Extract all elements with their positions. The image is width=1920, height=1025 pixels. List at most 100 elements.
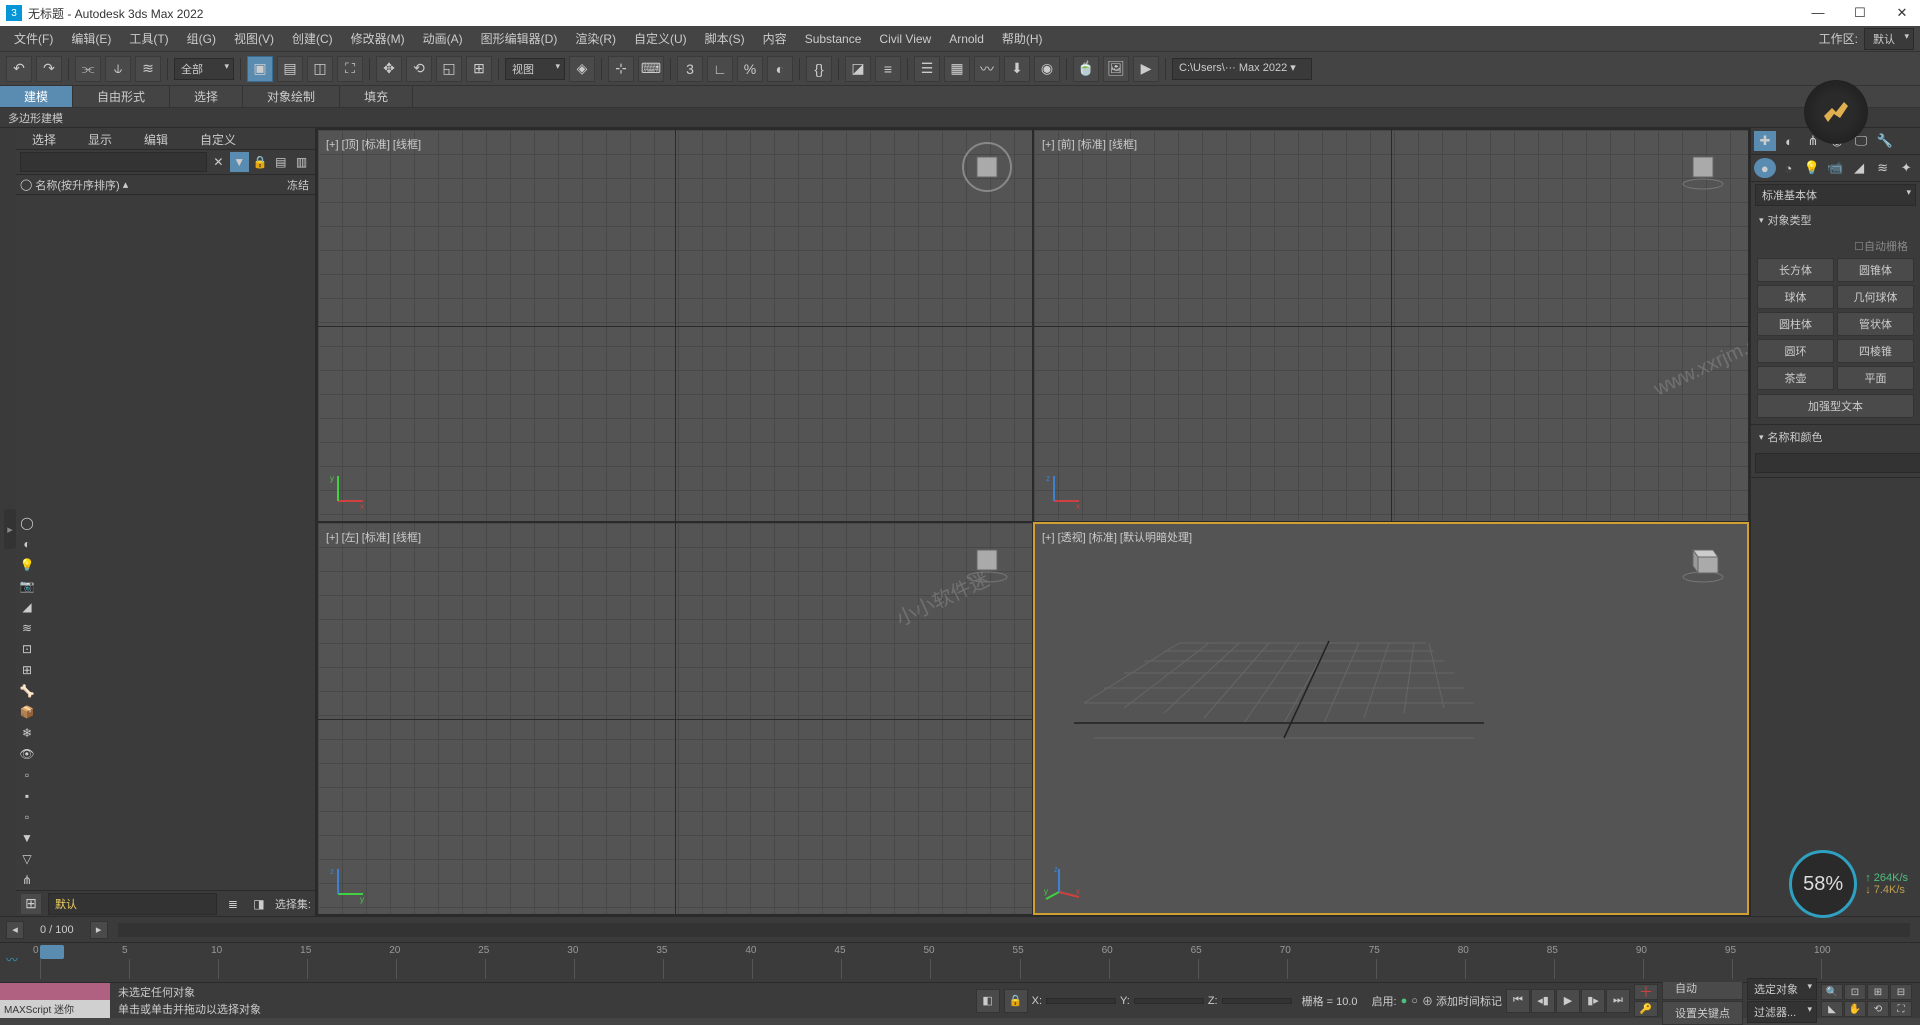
left-collapse-bar[interactable]: ▸	[0, 128, 16, 916]
viewport-label-front[interactable]: [+] [前] [标准] [线框]	[1042, 136, 1137, 152]
render-setup-button[interactable]: 🍵	[1073, 56, 1099, 82]
maximize-button[interactable]: ☐	[1848, 5, 1872, 21]
tube-button[interactable]: 管状体	[1837, 312, 1914, 336]
shapes-cat-icon[interactable]: ◔	[1778, 158, 1800, 178]
layers-icon[interactable]: ≣	[223, 894, 243, 914]
menu-graph-editor[interactable]: 图形编辑器(D)	[473, 27, 566, 50]
sort-icon[interactable]: ▥	[292, 152, 311, 172]
rendered-frame-button[interactable]: 🖼	[1103, 56, 1129, 82]
plane-button[interactable]: 平面	[1837, 366, 1914, 390]
scale-button[interactable]: ◱	[436, 56, 462, 82]
menu-script[interactable]: 脚本(S)	[697, 27, 753, 50]
menu-substance[interactable]: Substance	[797, 29, 870, 49]
se-tab-custom[interactable]: 自定义	[184, 128, 252, 149]
se-container-icon[interactable]: 📦	[16, 702, 38, 722]
zoom-button[interactable]: 🔍	[1821, 984, 1843, 1000]
menu-file[interactable]: 文件(F)	[6, 27, 61, 50]
se-search-input[interactable]	[20, 152, 207, 172]
minimize-button[interactable]: —	[1806, 5, 1830, 21]
se-shape-icon[interactable]: ◐	[16, 534, 38, 554]
menu-animation[interactable]: 动画(A)	[415, 27, 471, 50]
se-tab-display[interactable]: 显示	[72, 128, 128, 149]
geosphere-button[interactable]: 几何球体	[1837, 285, 1914, 309]
teapot-button[interactable]: 茶壶	[1757, 366, 1834, 390]
viewport-left[interactable]: [+] [左] [标准] [线框] yz 小小软件迷	[318, 523, 1032, 914]
redo-button[interactable]: ↷	[36, 56, 62, 82]
lock-icon[interactable]: 🔒	[251, 152, 270, 172]
menu-create[interactable]: 创建(C)	[284, 27, 341, 50]
close-button[interactable]: ✕	[1890, 5, 1914, 21]
next-key-button[interactable]: ▮▸	[1581, 989, 1605, 1013]
viewport-label-top[interactable]: [+] [顶] [标准] [线框]	[326, 136, 421, 152]
selected-object-dropdown[interactable]: 选定对象	[1747, 978, 1817, 1000]
fov-button[interactable]: ◣	[1821, 1001, 1843, 1017]
undo-button[interactable]: ↶	[6, 56, 32, 82]
placement-button[interactable]: ⊞	[466, 56, 492, 82]
clear-search-icon[interactable]: ✕	[209, 152, 228, 172]
timeline[interactable]: 〰 05101520253035404550556065707580859095…	[0, 942, 1920, 982]
angle-snap-button[interactable]: ∟	[707, 56, 733, 82]
menu-group[interactable]: 组(G)	[179, 27, 224, 50]
se-group-icon[interactable]: ⊡	[16, 639, 38, 659]
cameras-cat-icon[interactable]: 📹	[1825, 158, 1847, 178]
add-time-tag[interactable]: ⊕ 添加时间标记	[1422, 993, 1502, 1009]
project-path[interactable]: C:\Users\··· Max 2022 ▾	[1172, 58, 1312, 80]
layer-dropdown[interactable]: 默认	[48, 893, 217, 915]
rectangular-region-button[interactable]: ◫	[307, 56, 333, 82]
workspace-dropdown[interactable]: 默认	[1864, 28, 1914, 50]
window-crossing-button[interactable]: ⛶	[337, 56, 363, 82]
create-tab-icon[interactable]: ✚	[1754, 131, 1776, 151]
viewcube-persp[interactable]	[1678, 535, 1728, 585]
primitive-dropdown[interactable]: 标准基本体	[1755, 184, 1916, 206]
select-by-name-button[interactable]: ▤	[277, 56, 303, 82]
unlink-button[interactable]: ⫝	[105, 56, 131, 82]
timeline-slider[interactable]	[40, 945, 64, 959]
ribbon-tab-freeform[interactable]: 自由形式	[73, 86, 170, 107]
auto-grid-checkbox[interactable]: ☐ 自动栅格	[1755, 236, 1916, 256]
se-bone-icon[interactable]: 🦴	[16, 681, 38, 701]
helpers-cat-icon[interactable]: ◢	[1848, 158, 1870, 178]
menu-arnold[interactable]: Arnold	[941, 29, 992, 49]
named-selection-button[interactable]: {}	[806, 56, 832, 82]
pyramid-button[interactable]: 四棱锥	[1837, 339, 1914, 363]
menu-help[interactable]: 帮助(H)	[994, 27, 1051, 50]
menu-tools[interactable]: 工具(T)	[121, 27, 176, 50]
render-button[interactable]: ▶	[1133, 56, 1159, 82]
move-button[interactable]: ✥	[376, 56, 402, 82]
pan-button[interactable]: ✋	[1844, 1001, 1866, 1017]
percent-snap-button[interactable]: %	[737, 56, 763, 82]
utilities-tab-icon[interactable]: 🔧	[1874, 131, 1896, 151]
manipulate-button[interactable]: ⊹	[608, 56, 634, 82]
viewport-perspective[interactable]: [+] [透视] [标准] [默认明暗处理]	[1034, 523, 1748, 914]
link-button[interactable]: ⫘	[75, 56, 101, 82]
se-helper-icon[interactable]: ◢	[16, 597, 38, 617]
bind-spacewarp-button[interactable]: ≋	[135, 56, 161, 82]
spinner-snap-button[interactable]: ◐	[767, 56, 793, 82]
se-frozen-icon[interactable]: ❄	[16, 723, 38, 743]
selection-filter-dropdown[interactable]: 全部	[174, 58, 234, 80]
se-blank2-icon[interactable]: ▪	[16, 786, 38, 806]
viewport-top[interactable]: [+] [顶] [标准] [线框] xy	[318, 130, 1032, 521]
toggle-ribbon-button[interactable]: ▦	[944, 56, 970, 82]
menu-render[interactable]: 渲染(R)	[567, 27, 624, 50]
maximize-viewport-button[interactable]: ⛶	[1890, 1001, 1912, 1017]
set-key-large-button[interactable]: ＋	[1634, 984, 1658, 1000]
prev-key-button[interactable]: ◂▮	[1531, 989, 1555, 1013]
filter-icon[interactable]: ▼	[230, 152, 249, 172]
prev-frame-button[interactable]: ◂	[6, 921, 24, 939]
ribbon-tab-selection[interactable]: 选择	[170, 86, 243, 107]
se-funnel-icon[interactable]: ▼	[16, 828, 38, 848]
textplus-button[interactable]: 加强型文本	[1757, 394, 1914, 418]
play-button[interactable]: ▶	[1556, 989, 1580, 1013]
snap-3d-button[interactable]: 3	[677, 56, 703, 82]
x-coord-input[interactable]	[1046, 998, 1116, 1004]
viewport-front[interactable]: [+] [前] [标准] [线框] xz www.xxrjm.com	[1034, 130, 1748, 521]
modify-tab-icon[interactable]: ◐	[1778, 131, 1800, 151]
se-blank3-icon[interactable]: ▫	[16, 807, 38, 827]
se-column-header[interactable]: ◯ 名称(按升序排序) ▴ 冻结	[16, 175, 315, 195]
rollout-object-type[interactable]: 对象类型	[1751, 208, 1920, 232]
isolate-icon[interactable]: ◨	[249, 894, 269, 914]
menu-modifier[interactable]: 修改器(M)	[343, 27, 413, 50]
sphere-button[interactable]: 球体	[1757, 285, 1834, 309]
viewcube-top[interactable]	[962, 142, 1012, 192]
